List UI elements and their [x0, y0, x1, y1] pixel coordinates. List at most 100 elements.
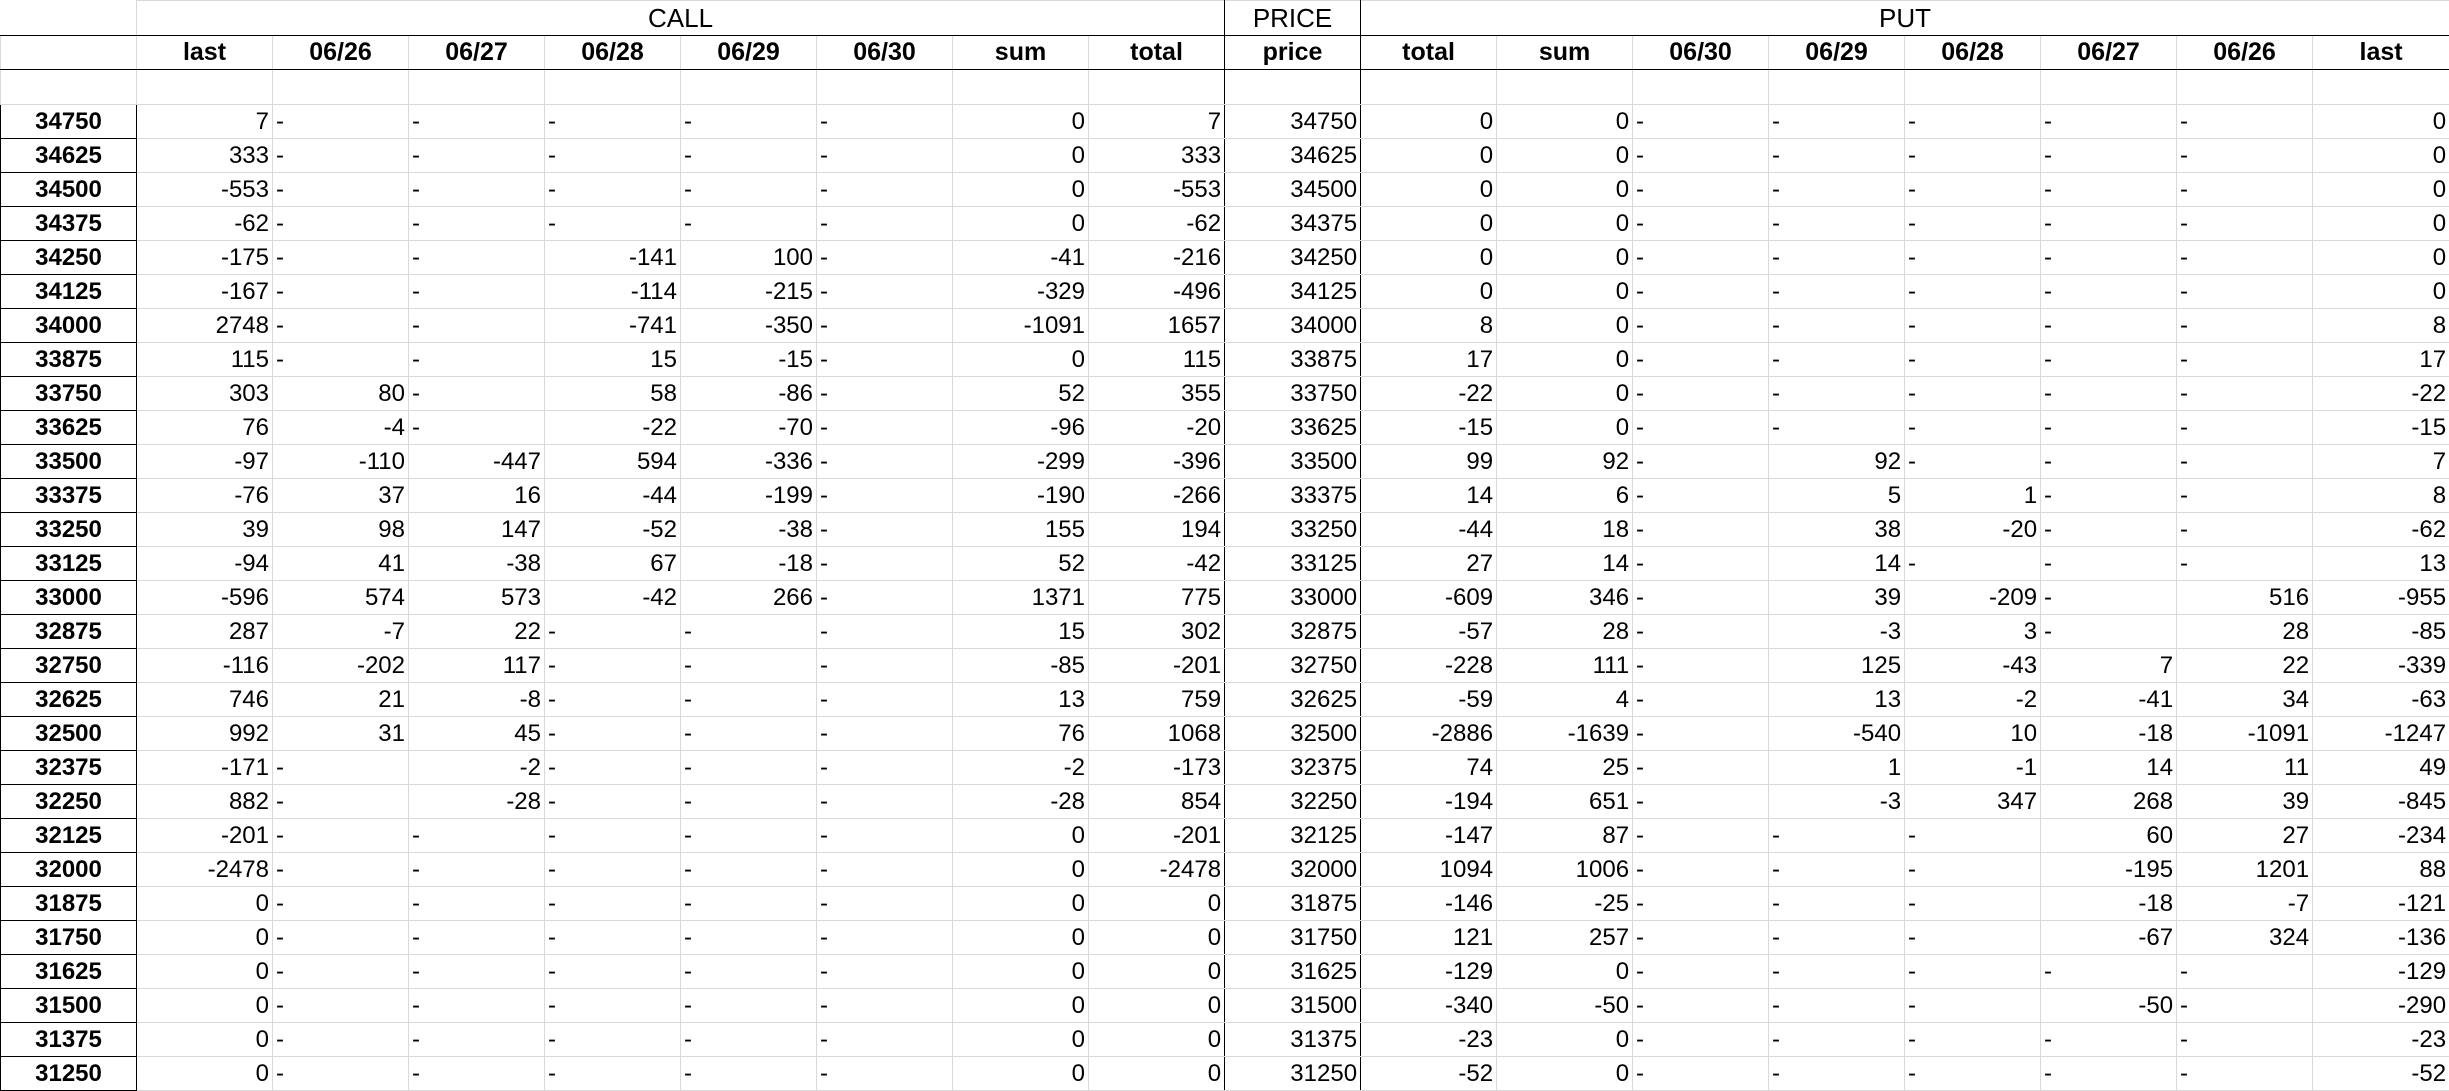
table-cell: -28: [409, 785, 545, 819]
table-cell: 60: [2041, 819, 2177, 853]
table-cell: 31375: [1225, 1023, 1361, 1057]
table-cell: 333: [137, 139, 273, 173]
table-cell: -: [1769, 343, 1905, 377]
table-cell: -: [2041, 479, 2177, 513]
column-header-cell: sum: [953, 36, 1089, 70]
table-cell: -: [1905, 411, 2041, 445]
table-cell: -: [2041, 547, 2177, 581]
table-cell: 28: [1497, 615, 1633, 649]
table-cell: -129: [1361, 955, 1497, 989]
table-cell: -: [2177, 411, 2313, 445]
table-cell: 10: [1905, 717, 2041, 751]
table-cell: -: [2041, 139, 2177, 173]
table-cell: -596: [137, 581, 273, 615]
table-cell: -: [273, 751, 409, 785]
table-cell: -50: [2041, 989, 2177, 1023]
table-cell: -: [681, 615, 817, 649]
table-cell: -: [545, 1023, 681, 1057]
table-cell: 33125: [1225, 547, 1361, 581]
table-cell: -136: [2313, 921, 2449, 955]
table-cell: -: [2177, 377, 2313, 411]
table-cell: -18: [681, 547, 817, 581]
table-cell: -845: [2313, 785, 2449, 819]
table-cell: -: [1633, 853, 1769, 887]
table-cell: -43: [1905, 649, 2041, 683]
table-cell: -: [1905, 309, 2041, 343]
table-cell: -: [817, 955, 953, 989]
table-cell: -: [273, 921, 409, 955]
table-cell: -147: [1361, 819, 1497, 853]
table-cell: -: [2177, 479, 2313, 513]
table-cell: -: [2041, 581, 2177, 615]
table-cell: -: [681, 1023, 817, 1057]
table-row: 312500-----0031250-520------52: [1, 1057, 2449, 1091]
table-cell: 45: [409, 717, 545, 751]
table-cell: 98: [273, 513, 409, 547]
table-cell: 0: [1497, 955, 1633, 989]
table-cell: -: [817, 343, 953, 377]
table-cell: 31250: [1225, 1057, 1361, 1091]
table-cell: -: [409, 275, 545, 309]
blank-cell: [1089, 70, 1225, 105]
table-row: 32000-2478-----0-24783200010941006----19…: [1, 853, 2449, 887]
table-cell: 22: [2177, 649, 2313, 683]
table-cell: -: [1905, 377, 2041, 411]
table-cell: -: [1633, 445, 1769, 479]
column-header-cell: 06/29: [1769, 36, 1905, 70]
table-cell: -: [1769, 139, 1905, 173]
table-cell: -18: [2041, 887, 2177, 921]
column-header-cell: last: [137, 36, 273, 70]
table-cell: 0: [1089, 887, 1225, 921]
table-cell: -: [817, 683, 953, 717]
table-cell: -: [1769, 853, 1905, 887]
table-cell: 32875: [1225, 615, 1361, 649]
table-cell: 33000: [1225, 581, 1361, 615]
strike-label: 32125: [1, 819, 137, 853]
table-cell: -1: [1905, 751, 2041, 785]
table-cell: -: [273, 241, 409, 275]
table-cell: -67: [2041, 921, 2177, 955]
table-cell: -: [545, 615, 681, 649]
table-cell: -: [817, 581, 953, 615]
table-cell: -: [409, 1057, 545, 1091]
table-cell: -173: [1089, 751, 1225, 785]
table-cell: 0: [953, 343, 1089, 377]
table-cell: 13: [1769, 683, 1905, 717]
table-cell: -: [817, 785, 953, 819]
table-cell: 0: [1361, 241, 1497, 275]
table-cell: 0: [1497, 377, 1633, 411]
table-cell: -: [817, 649, 953, 683]
table-cell: -: [1769, 1057, 1905, 1091]
table-cell: -234: [2313, 819, 2449, 853]
table-cell: -: [1905, 547, 2041, 581]
table-cell: 573: [409, 581, 545, 615]
table-cell: -194: [1361, 785, 1497, 819]
table-cell: -38: [681, 513, 817, 547]
table-cell: 32625: [1225, 683, 1361, 717]
blank-cell: [681, 70, 817, 105]
table-cell: -59: [1361, 683, 1497, 717]
table-cell: -: [1633, 309, 1769, 343]
strike-label: 31500: [1, 989, 137, 1023]
table-cell: -96: [953, 411, 1089, 445]
table-cell: -: [2177, 989, 2313, 1023]
table-cell: -: [2041, 275, 2177, 309]
table-cell: -: [1633, 683, 1769, 717]
table-cell: -: [681, 955, 817, 989]
table-cell: 0: [953, 887, 1089, 921]
table-cell: -: [545, 989, 681, 1023]
table-cell: -: [273, 887, 409, 921]
table-cell: -: [1905, 921, 2041, 955]
table-cell: -201: [1089, 819, 1225, 853]
table-cell: 14: [1361, 479, 1497, 513]
table-cell: 0: [137, 887, 273, 921]
table-cell: -: [1769, 241, 1905, 275]
table-cell: -: [1769, 275, 1905, 309]
table-cell: 594: [545, 445, 681, 479]
table-cell: -: [2177, 513, 2313, 547]
table-cell: 92: [1769, 445, 1905, 479]
table-cell: -: [1633, 105, 1769, 139]
table-cell: -553: [1089, 173, 1225, 207]
table-cell: -: [409, 207, 545, 241]
table-cell: -: [273, 819, 409, 853]
